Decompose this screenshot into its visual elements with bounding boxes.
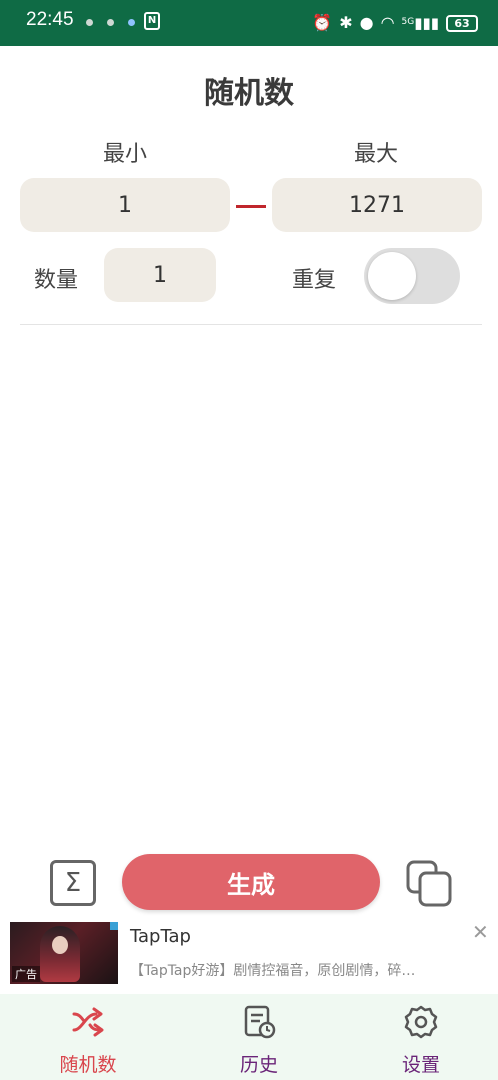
min-label: 最小 [102,142,147,167]
bluetooth-icon: ✱ [339,13,353,32]
nav-label-random: 随机数 [59,1054,117,1076]
ad-title[interactable]: TapTap [130,926,191,947]
min-input[interactable]: 1 [20,178,230,232]
bottom-nav: 随机数 历史 设置 [0,994,498,1080]
notification-dot-icon [107,19,114,26]
repeat-toggle[interactable] [364,248,460,304]
history-icon [244,1005,276,1039]
signal-icon: 5G▮▮▮ [401,14,439,32]
notification-dot-icon [86,19,93,26]
gear-icon [404,1005,438,1039]
nfc-icon: N [144,12,160,30]
nav-item-settings[interactable]: 设置 [366,994,476,1080]
copy-icon [406,860,452,907]
sigma-icon: Σ [64,868,82,898]
ad-corner-mark [110,922,118,930]
ad-tag: 广告 [12,966,40,982]
repeat-label: 重复 [292,268,337,293]
count-input[interactable]: 1 [104,248,216,302]
status-time: 22:45 [26,9,74,30]
sum-button[interactable]: Σ [50,860,96,906]
signal-label: 5G [401,17,415,27]
ad-description[interactable]: 【TapTap好游】剧情控福音，原创剧情，碎… [130,960,470,980]
ad-face [52,936,68,954]
alarm-icon: ⏰ [312,13,333,32]
wifi-icon: ◠ [380,13,395,32]
shuffle-icon [72,1007,104,1037]
nav-item-random[interactable]: 随机数 [33,994,143,1080]
divider [20,324,482,325]
nav-item-history[interactable]: 历史 [204,994,314,1080]
toggle-knob [368,252,416,300]
ad-banner[interactable]: 广告 TapTap 【TapTap好游】剧情控福音，原创剧情，碎… ✕ [0,916,498,992]
max-label: 最大 [353,142,398,167]
page-title: 随机数 [204,76,294,111]
copy-button[interactable] [404,858,454,908]
range-dash [236,205,266,208]
status-icons: ⏰ ✱ ● ◠ 5G▮▮▮ 63 [312,11,478,35]
generate-button[interactable]: 生成 [122,854,380,910]
ad-figure [40,926,80,982]
close-icon[interactable]: ✕ [472,920,489,944]
max-input[interactable]: 1271 [272,178,482,232]
status-bar: 22:45 N ⏰ ✱ ● ◠ 5G▮▮▮ 63 [0,0,498,46]
mic-icon: ● [359,13,374,32]
battery-icon: 63 [446,14,478,32]
nav-label-settings: 设置 [401,1054,440,1076]
notification-dot-icon [128,19,135,26]
count-label: 数量 [34,268,79,293]
nav-label-history: 历史 [239,1054,278,1076]
ad-thumbnail[interactable]: 广告 [10,922,118,984]
